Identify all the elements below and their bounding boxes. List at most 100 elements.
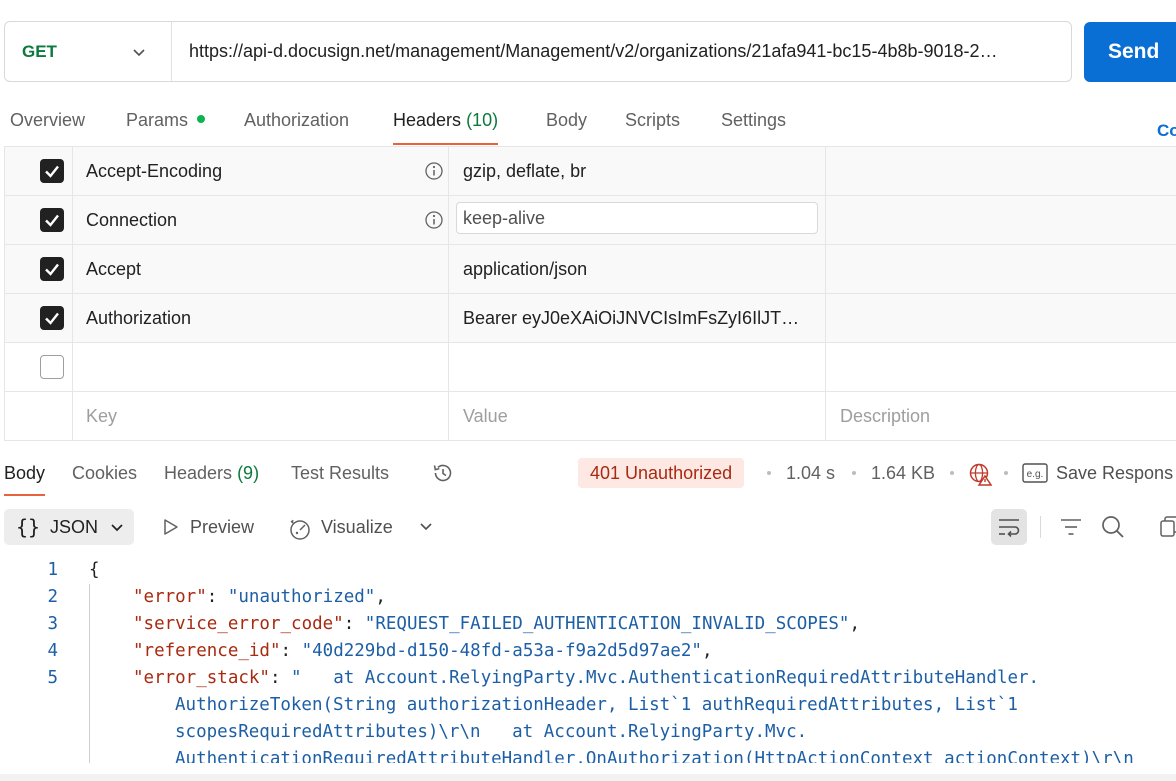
json-string: "REQUEST_FAILED_AUTHENTICATION_INVALID_S… [364, 614, 850, 634]
row-checkbox[interactable] [40, 306, 64, 330]
copy-icon[interactable] [1160, 516, 1176, 538]
preview-button[interactable]: Preview [162, 509, 254, 545]
value-input[interactable]: Value [449, 392, 826, 440]
history-icon[interactable] [431, 461, 455, 485]
checkbox-cell [4, 343, 73, 391]
separator-dot [852, 471, 856, 475]
json-string: "40d229bd-d150-48fd-a53a-f9a2d5d97ae2" [301, 641, 702, 661]
tab-body[interactable]: Body [546, 100, 587, 146]
header-value-input[interactable]: keep-alive [456, 202, 818, 234]
request-tabs: Overview Params Authorization Headers (1… [0, 100, 1176, 146]
code-line: "error_stack": " at Account.RelyingParty… [133, 668, 1040, 688]
tab-count: (10) [466, 110, 499, 130]
value-cell[interactable]: application/json [449, 245, 826, 293]
chevron-down-icon [111, 524, 123, 532]
table-row: Accept-Encoding gzip, deflate, br [4, 147, 1176, 196]
description-cell[interactable] [826, 343, 1176, 391]
line-number: 1 [47, 560, 58, 580]
save-response-button[interactable]: Save Respons [1056, 452, 1173, 494]
format-select[interactable]: {} JSON [4, 509, 134, 545]
checkbox-checked-icon [45, 312, 59, 325]
value-cell[interactable] [449, 343, 826, 391]
json-key: "service_error_code" [133, 614, 344, 634]
save-example-icon[interactable]: e.g. [1022, 463, 1048, 483]
cookies-link[interactable]: Co [1157, 121, 1176, 141]
description-cell[interactable] [826, 196, 1176, 244]
visualize-button[interactable]: Visualize [288, 509, 393, 545]
status-badge[interactable]: 401 Unauthorized [578, 458, 745, 488]
filter-icon[interactable] [1059, 516, 1083, 538]
checkbox-cell [4, 147, 73, 195]
row-checkbox[interactable] [40, 355, 64, 379]
tab-scripts[interactable]: Scripts [625, 100, 680, 146]
key-cell[interactable]: Accept [72, 245, 449, 293]
tab-label: Cookies [72, 463, 138, 483]
braces-icon: {} [16, 515, 41, 539]
json-key: "error_stack" [133, 668, 270, 688]
response-size[interactable]: 1.64 KB [871, 452, 935, 494]
code-line-wrapped: AuthorizeToken(String authorizationHeade… [175, 695, 1018, 715]
chevron-down-icon[interactable] [417, 518, 435, 536]
response-tab-cookies[interactable]: Cookies [72, 452, 137, 496]
value-cell[interactable]: gzip, deflate, br [449, 147, 826, 195]
send-button[interactable]: Send [1084, 22, 1176, 82]
tab-label: Authorization [244, 110, 350, 130]
header-value: Bearer eyJ0eXAiOiJNVCIsImFsZyI6IlJT… [463, 308, 800, 328]
tab-label: Settings [721, 110, 787, 130]
tab-overview[interactable]: Overview [10, 100, 85, 146]
code-line: "service_error_code": "REQUEST_FAILED_AU… [133, 614, 860, 634]
description-cell[interactable] [826, 147, 1176, 195]
header-key: Accept-Encoding [86, 161, 223, 181]
header-key: Authorization [86, 308, 192, 328]
row-checkbox[interactable] [40, 208, 64, 232]
chevron-down-icon[interactable] [131, 44, 147, 60]
info-icon[interactable] [424, 210, 444, 230]
code-line: "reference_id": "40d229bd-d150-48fd-a53a… [133, 641, 713, 661]
toolbar-divider [1040, 516, 1041, 538]
key-cell[interactable]: Connection [72, 196, 449, 244]
checkbox-cell [4, 294, 73, 342]
row-checkbox[interactable] [40, 159, 64, 183]
key-input[interactable]: Key [72, 392, 449, 440]
header-value: application/json [463, 259, 588, 279]
description-cell[interactable] [826, 294, 1176, 342]
key-cell[interactable] [72, 343, 449, 391]
response-tab-test-results[interactable]: Test Results [291, 452, 389, 496]
response-tab-body[interactable]: Body [4, 452, 46, 496]
method-select[interactable]: GET [22, 22, 57, 81]
value-cell[interactable]: Bearer eyJ0eXAiOiJNVCIsImFsZyI6IlJT… [449, 294, 826, 342]
description-input[interactable]: Description [826, 392, 1176, 440]
globe-warning-icon[interactable] [968, 462, 992, 486]
headers-table: Accept-Encoding gzip, deflate, br Connec… [4, 146, 1176, 441]
response-time[interactable]: 1.04 s [786, 452, 835, 494]
response-body-editor[interactable]: 1 2 3 4 5 { "error": "unauthorized", "se… [0, 557, 1176, 763]
tab-label: Test Results [291, 463, 390, 483]
code-line: "error": "unauthorized", [133, 587, 386, 607]
code-line-wrapped: AuthenticationRequiredAttributeHandler.O… [175, 749, 1134, 763]
table-row-new: Key Value Description [4, 392, 1176, 441]
tab-headers[interactable]: Headers (10) [393, 100, 499, 146]
key-cell[interactable]: Authorization [72, 294, 449, 342]
url-input[interactable]: https://api-d.docusign.net/management/Ma… [189, 22, 1061, 81]
tab-label: Headers [164, 463, 233, 483]
info-icon[interactable] [424, 161, 444, 181]
description-cell[interactable] [826, 245, 1176, 293]
table-row: Connection keep-alive [4, 196, 1176, 245]
response-tab-headers[interactable]: Headers (9) [164, 452, 259, 496]
tab-settings[interactable]: Settings [721, 100, 786, 146]
separator-dot [950, 471, 954, 475]
key-placeholder: Key [86, 406, 118, 426]
preview-label: Preview [190, 517, 255, 537]
table-row-empty [4, 343, 1176, 392]
tab-params[interactable]: Params [126, 100, 206, 146]
tab-authorization[interactable]: Authorization [244, 100, 349, 146]
status-bar [0, 774, 1176, 781]
search-icon[interactable] [1100, 514, 1126, 540]
separator-dot [767, 471, 771, 475]
tab-label: Headers [393, 110, 462, 130]
key-cell[interactable]: Accept-Encoding [72, 147, 449, 195]
row-checkbox[interactable] [40, 257, 64, 281]
checkbox-checked-icon [45, 263, 59, 276]
wrap-lines-button[interactable] [991, 509, 1027, 545]
tab-label: Body [4, 463, 46, 483]
